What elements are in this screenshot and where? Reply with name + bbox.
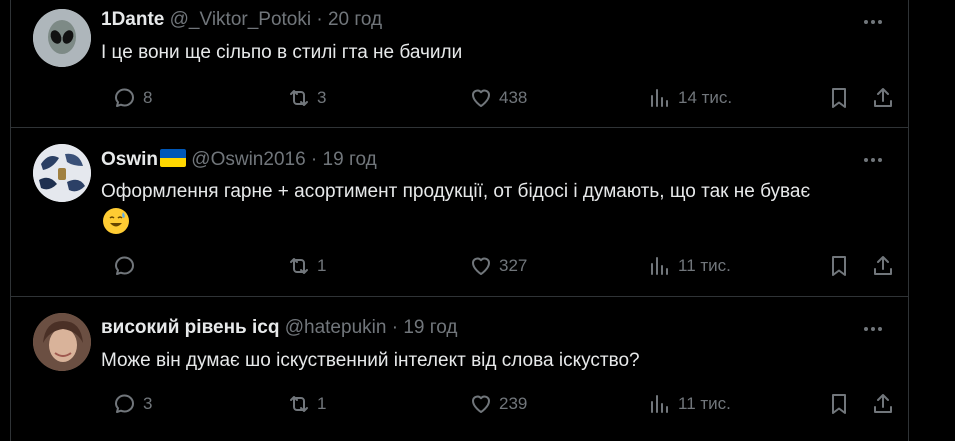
tweet[interactable]: високий рівень icq @hatepukin · 19 год М… (11, 297, 908, 441)
like-count: 327 (499, 256, 528, 275)
more-options-icon[interactable] (859, 150, 887, 170)
bookmark-icon (832, 256, 846, 276)
timestamp[interactable]: 20 год (328, 9, 382, 30)
tweet[interactable]: Oswin @Oswin2016 · 19 год Оформлення гар… (11, 128, 908, 295)
repost-icon (290, 396, 308, 412)
tweet-text: І це вони ще сільпо в стилі гта не бачил… (101, 42, 463, 63)
author-name[interactable]: 1Dante (101, 9, 164, 30)
views-button[interactable]: 11 тис. (648, 252, 731, 280)
repost-button[interactable]: 3 (287, 84, 326, 112)
view-count: 11 тис. (678, 394, 731, 413)
tweet[interactable]: 1Dante @_Viktor_Potoki · 20 год І це вон… (11, 0, 908, 127)
views-icon (651, 395, 668, 413)
bookmark-icon (832, 394, 846, 414)
repost-button[interactable]: 1 (287, 252, 326, 280)
repost-count: 3 (317, 88, 327, 107)
alien-icon (33, 9, 91, 67)
tweet-text: Може він думає шо іскуственний інтелект … (101, 350, 640, 371)
author-name[interactable]: Oswin (101, 149, 158, 170)
bookmark-button[interactable] (827, 84, 851, 112)
reply-count: 8 (143, 88, 153, 107)
views-button[interactable]: 14 тис. (648, 84, 732, 112)
like-button[interactable]: 239 (469, 390, 527, 418)
meta-separator: · (310, 149, 318, 170)
author-handle[interactable]: @Oswin2016 (191, 149, 305, 170)
repost-count: 1 (317, 256, 327, 275)
share-icon (874, 394, 892, 413)
tweet-text: Оформлення гарне + асортимент продукції,… (101, 181, 811, 202)
share-icon (874, 256, 892, 275)
share-button[interactable] (871, 84, 895, 112)
timestamp[interactable]: 19 год (403, 317, 457, 338)
reply-button[interactable]: 8 (113, 84, 152, 112)
avatar[interactable] (33, 313, 91, 371)
heart-icon (472, 395, 490, 413)
repost-button[interactable]: 1 (287, 390, 326, 418)
repost-icon (290, 258, 308, 274)
bookmark-icon (832, 88, 846, 108)
bookmark-button[interactable] (827, 252, 851, 280)
heart-icon (472, 257, 490, 275)
view-count: 11 тис. (678, 256, 731, 275)
reply-icon (115, 394, 134, 413)
reply-icon (115, 88, 134, 107)
view-count: 14 тис. (678, 88, 733, 107)
reply-button[interactable] (113, 252, 143, 280)
meta-separator: · (391, 317, 399, 338)
share-button[interactable] (871, 390, 895, 418)
views-button[interactable]: 11 тис. (648, 390, 731, 418)
views-icon (651, 89, 668, 107)
author-handle[interactable]: @_Viktor_Potoki (170, 9, 311, 30)
timeline-column: 1Dante @_Viktor_Potoki · 20 год І це вон… (10, 0, 909, 441)
artwork-avatar (33, 144, 91, 202)
photo-avatar (33, 313, 91, 371)
author-handle[interactable]: @hatepukin (285, 317, 387, 338)
views-icon (651, 257, 668, 275)
like-count: 239 (499, 394, 528, 413)
bookmark-button[interactable] (827, 390, 851, 418)
repost-icon (290, 90, 308, 106)
ukraine-flag-icon (160, 149, 187, 167)
more-options-icon[interactable] (859, 319, 887, 339)
like-button[interactable]: 327 (469, 252, 527, 280)
repost-count: 1 (317, 394, 327, 413)
avatar[interactable] (33, 144, 91, 202)
meta-separator: · (316, 9, 323, 30)
share-button[interactable] (871, 252, 895, 280)
reply-icon (115, 256, 134, 275)
like-button[interactable]: 438 (469, 84, 527, 112)
more-options-icon[interactable] (859, 12, 887, 32)
like-count: 438 (499, 88, 528, 107)
heart-icon (472, 89, 490, 107)
avatar[interactable] (33, 9, 91, 67)
share-icon (874, 88, 892, 107)
grinning-sweat-emoji-icon (103, 208, 129, 234)
timestamp[interactable]: 19 год (323, 149, 377, 170)
reply-count: 3 (143, 394, 153, 413)
reply-button[interactable]: 3 (113, 390, 152, 418)
author-name[interactable]: високий рівень icq (101, 317, 279, 338)
